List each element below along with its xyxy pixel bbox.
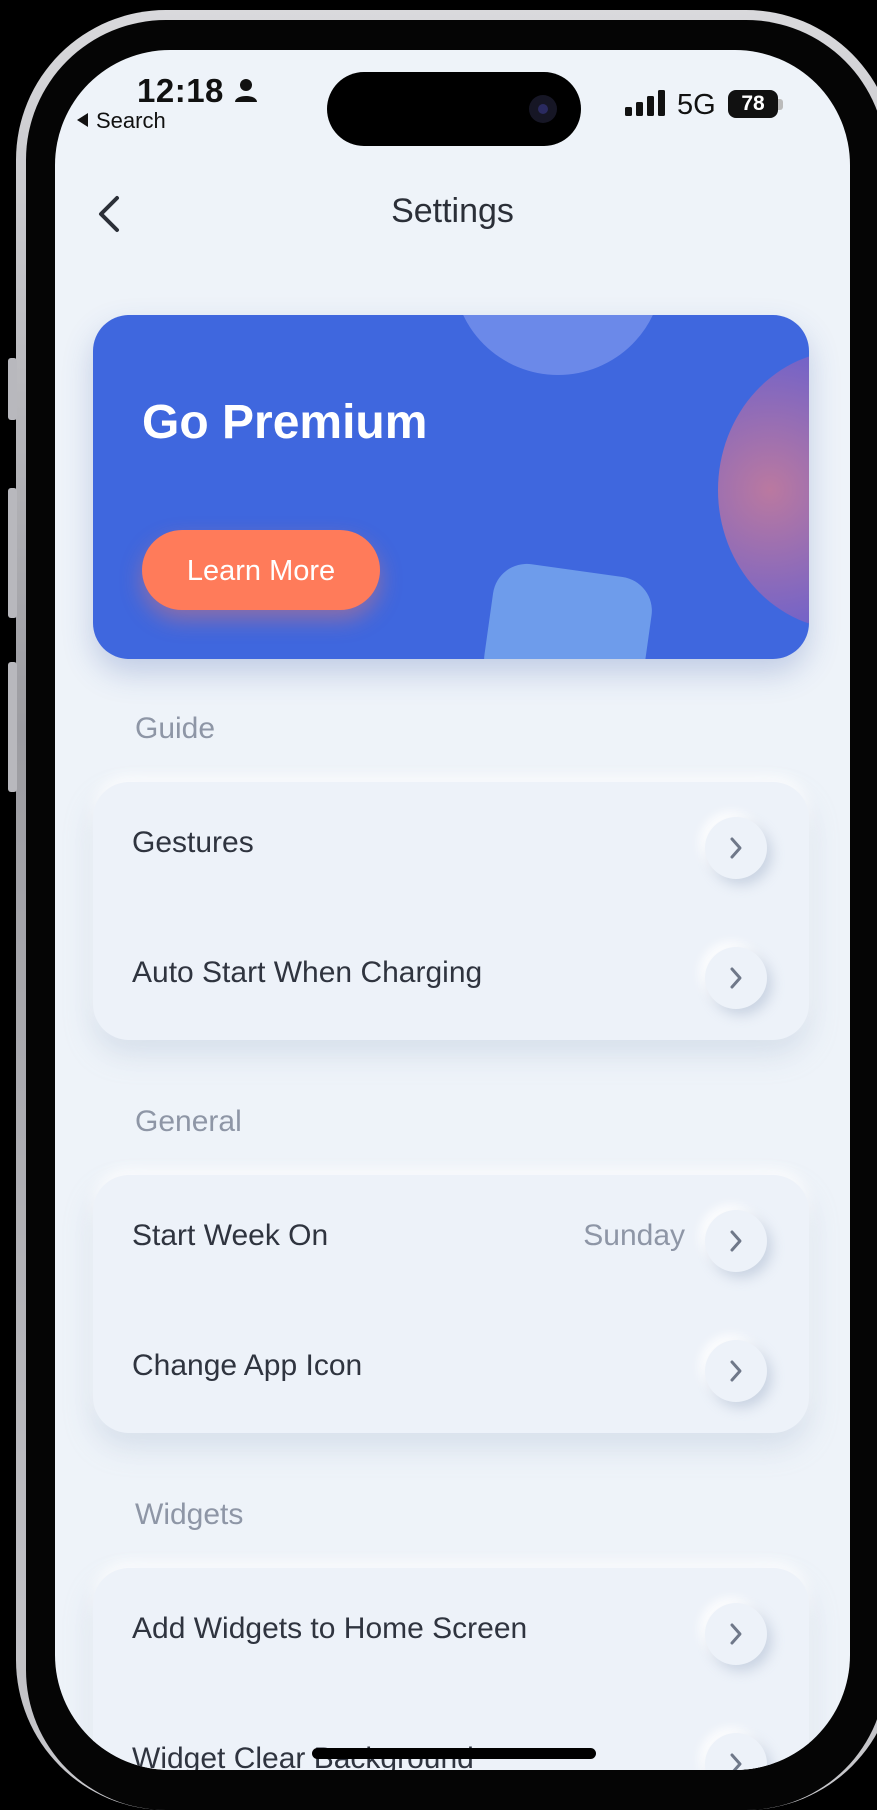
chevron-right-icon[interactable]: [705, 817, 767, 879]
person-icon: [235, 79, 257, 102]
volume-down-button: [8, 662, 17, 792]
mute-switch: [8, 358, 17, 420]
general-group: Start Week On Sunday Change App Icon: [93, 1175, 809, 1433]
decor-shape: [453, 315, 663, 375]
row-label: Start Week On: [132, 1219, 329, 1252]
learn-more-button[interactable]: Learn More: [142, 530, 380, 610]
premium-title: Go Premium: [142, 396, 428, 449]
back-app-label: Search: [96, 108, 166, 133]
network-label: 5G: [677, 89, 716, 121]
battery-level: 78: [741, 92, 765, 115]
row-label: Gestures: [132, 826, 254, 859]
chevron-right-icon[interactable]: [705, 1603, 767, 1665]
guide-group: Gestures Auto Start When Charging: [93, 782, 809, 1040]
row-label: Change App Icon: [132, 1349, 363, 1382]
settings-row-widget-clear-background[interactable]: Widget Clear Background: [93, 1698, 809, 1770]
row-value: Sunday: [583, 1219, 685, 1252]
widgets-group: Add Widgets to Home Screen Widget Clear …: [93, 1568, 809, 1770]
battery-icon: 78: [728, 90, 778, 118]
section-label-guide: Guide: [135, 712, 216, 745]
decor-shape: [479, 559, 657, 659]
section-label-general: General: [135, 1105, 242, 1138]
settings-row-change-app-icon[interactable]: Change App Icon: [93, 1305, 809, 1435]
volume-up-button: [8, 488, 17, 618]
decor-shape: [718, 350, 809, 630]
section-label-widgets: Widgets: [135, 1498, 244, 1531]
camera-icon: [529, 95, 557, 123]
chevron-right-icon[interactable]: [705, 1210, 767, 1272]
settings-row-auto-start[interactable]: Auto Start When Charging: [93, 912, 809, 1042]
dynamic-island: [327, 72, 581, 146]
back-triangle-icon: [77, 113, 88, 127]
settings-row-add-widgets[interactable]: Add Widgets to Home Screen: [93, 1568, 809, 1698]
home-indicator[interactable]: [312, 1748, 596, 1759]
screen: 12:18 Search 5G 78 Settings Go Premium L…: [55, 50, 850, 1770]
settings-row-start-week-on[interactable]: Start Week On Sunday: [93, 1175, 809, 1305]
back-to-app-link[interactable]: Search: [77, 108, 166, 134]
settings-row-gestures[interactable]: Gestures: [93, 782, 809, 912]
status-time: 12:18: [137, 72, 224, 109]
premium-banner: Go Premium Learn More: [93, 315, 809, 659]
row-label: Auto Start When Charging: [132, 956, 483, 989]
chevron-right-icon[interactable]: [705, 1340, 767, 1402]
row-label: Add Widgets to Home Screen: [132, 1612, 528, 1645]
cellular-signal-icon: [625, 90, 665, 116]
page-title: Settings: [391, 192, 514, 230]
chevron-right-icon[interactable]: [705, 1733, 767, 1770]
chevron-right-icon[interactable]: [705, 947, 767, 1009]
battery-cap: [778, 99, 783, 110]
